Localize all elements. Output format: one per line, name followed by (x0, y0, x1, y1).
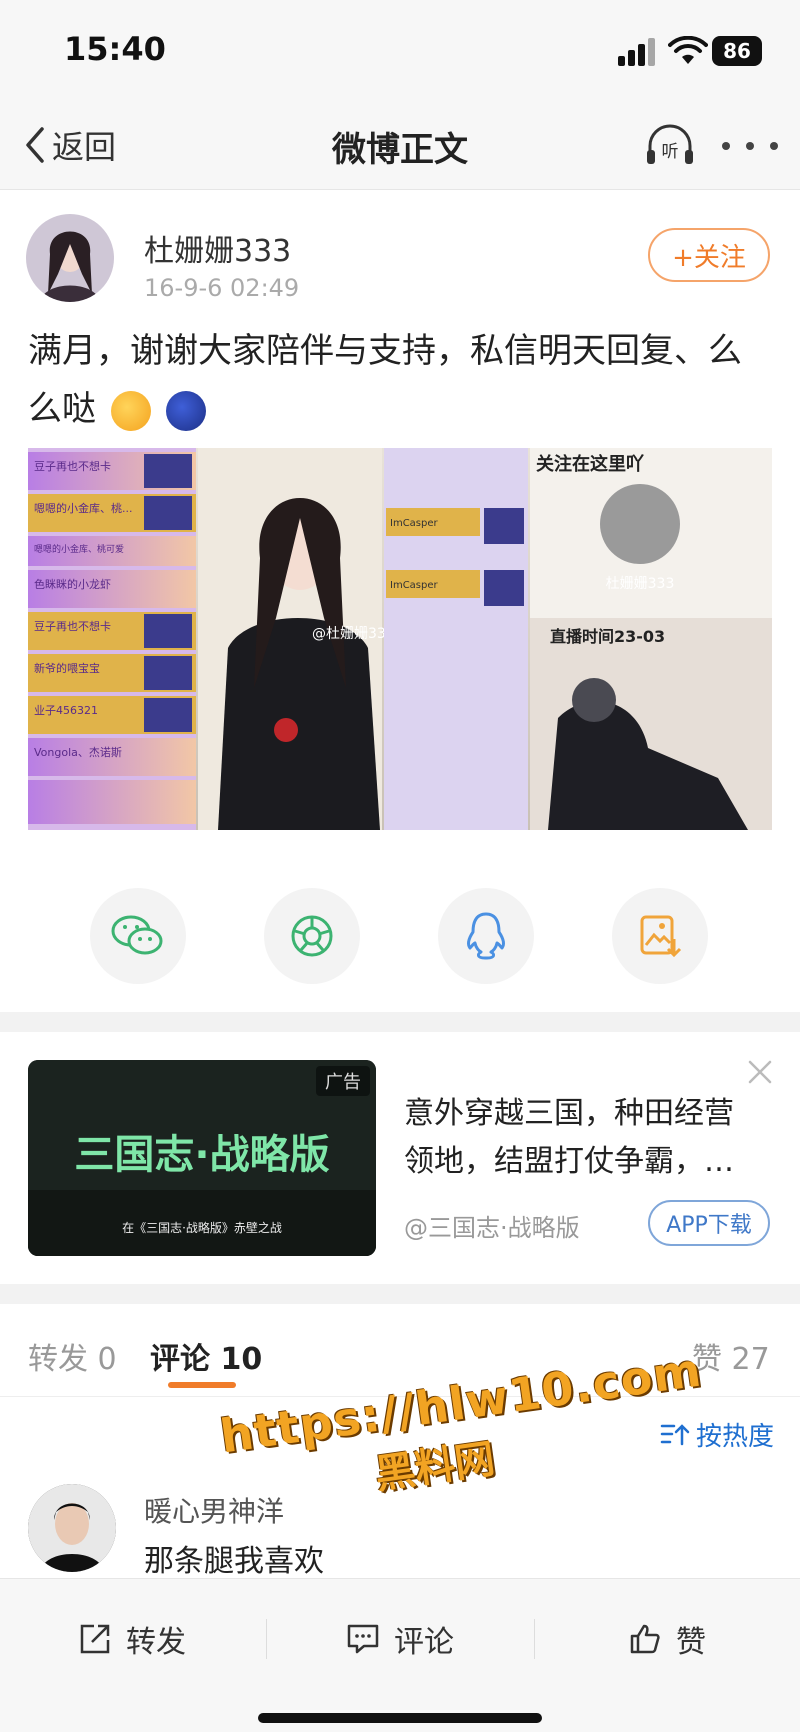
chat-right-0: ImCasper (390, 518, 439, 529)
image-handle: @杜姗姗333 (312, 626, 395, 642)
tab-repost[interactable]: 转发 0 (28, 1334, 117, 1378)
share-moments-button[interactable] (264, 888, 360, 984)
repost-button[interactable]: 转发 (78, 1615, 186, 1663)
comment-button[interactable]: 评论 (346, 1615, 454, 1663)
avatar[interactable] (26, 214, 114, 302)
sort-button[interactable]: 按热度 (660, 1416, 774, 1453)
app-download-button[interactable]: APP下载 (648, 1200, 770, 1246)
chat-left-5: 新爷的喂宝宝 (34, 661, 100, 675)
qq-icon (467, 912, 505, 960)
ad-source[interactable]: @三国志·战略版 (404, 1208, 580, 1243)
post-image[interactable]: 豆子再也不想卡 嗯嗯的小金库、桃... 嗯嗯的小金库、桃可爱 色眯眯的小龙虾 豆… (28, 448, 772, 830)
divider (266, 1619, 267, 1659)
sort-icon (660, 1423, 690, 1445)
ad-game-title: 三国志·战略版 (74, 1132, 329, 1178)
wifi-icon (668, 36, 708, 64)
chat-left-1: 嗯嗯的小金库、桃... (34, 501, 133, 515)
wechat-icon (111, 915, 163, 955)
tab-comments[interactable]: 评论 10 (150, 1334, 262, 1378)
chat-left-0: 豆子再也不想卡 (34, 459, 111, 473)
watermark-name: 黑料网 (372, 1436, 498, 1499)
share-wechat-button[interactable] (90, 888, 186, 984)
chat-left-3: 色眯眯的小龙虾 (34, 577, 111, 591)
ad-title[interactable]: 意外穿越三国，种田经营领地，结盟打仗争霸，… (404, 1090, 754, 1186)
tab-likes[interactable]: 赞 27 (692, 1334, 770, 1378)
comment-text: 那条腿我喜欢 (144, 1544, 324, 1579)
save-image-icon (640, 915, 682, 958)
share-qq-button[interactable] (438, 888, 534, 984)
post-time: 16-9-6 02:49 (144, 274, 300, 302)
close-icon[interactable] (746, 1058, 774, 1086)
sort-label: 按热度 (696, 1422, 775, 1452)
section-divider (0, 1284, 800, 1304)
chat-left-4: 豆子再也不想卡 (34, 619, 111, 633)
chat-left-6: 业子456321 (34, 704, 98, 717)
more-button[interactable] (722, 128, 778, 164)
active-tab-indicator (168, 1382, 236, 1388)
status-bar: 15:40 86 (0, 0, 800, 100)
comment-label: 评论 (394, 1625, 454, 1660)
username[interactable]: 杜姗姗333 (144, 226, 291, 270)
chat-left-2: 嗯嗯的小金库、桃可爱 (34, 543, 124, 555)
post-text: 满月，谢谢大家陪伴与支持，私信明天回复、么么哒 (28, 322, 774, 438)
ad-image[interactable]: 广告 三国志·战略版 在《三国志·战略版》赤壁之战 (28, 1060, 376, 1256)
tab-divider (0, 1396, 800, 1397)
image-name-tag: 杜姗姗333 (606, 576, 675, 592)
status-time: 15:40 (64, 30, 166, 68)
moments-icon (291, 915, 333, 957)
comment-avatar[interactable] (28, 1484, 116, 1572)
comment-username[interactable]: 暖心男神洋 (144, 1490, 284, 1530)
ad-badge: 广告 (325, 1072, 361, 1093)
repost-icon (80, 1624, 110, 1654)
bottom-action-bar: 转发 评论 赞 (0, 1578, 800, 1732)
chat-right-1: ImCasper (390, 580, 439, 591)
repost-label: 转发 (126, 1625, 186, 1660)
follow-button[interactable]: +关注 (648, 228, 770, 282)
share-save-image-button[interactable] (612, 888, 708, 984)
listen-icon[interactable]: 听 (644, 124, 696, 168)
comment-icon (347, 1624, 379, 1654)
like-button[interactable]: 赞 (628, 1615, 706, 1663)
nav-bar: 返回 微博正文 听 (0, 100, 800, 190)
battery-indicator: 86 (712, 36, 762, 66)
moon-emoji-icon (165, 390, 206, 431)
divider (534, 1619, 535, 1659)
chat-left-7: Vongola、杰诺斯 (34, 746, 122, 759)
section-divider (0, 1012, 800, 1032)
live-time-text: 直播时间23-03 (550, 627, 665, 646)
home-indicator (258, 1713, 542, 1723)
thumbs-up-icon (630, 1624, 660, 1654)
kiss-emoji-icon (110, 390, 151, 431)
watermark-url: https://hlw10.com (216, 1342, 706, 1464)
ad-game-subtitle: 在《三国志·战略版》赤壁之战 (122, 1220, 282, 1235)
listen-label: 听 (662, 142, 679, 162)
like-label: 赞 (676, 1625, 706, 1660)
signal-icon (618, 38, 658, 66)
follow-here-text: 关注在这里吖 (536, 453, 644, 475)
